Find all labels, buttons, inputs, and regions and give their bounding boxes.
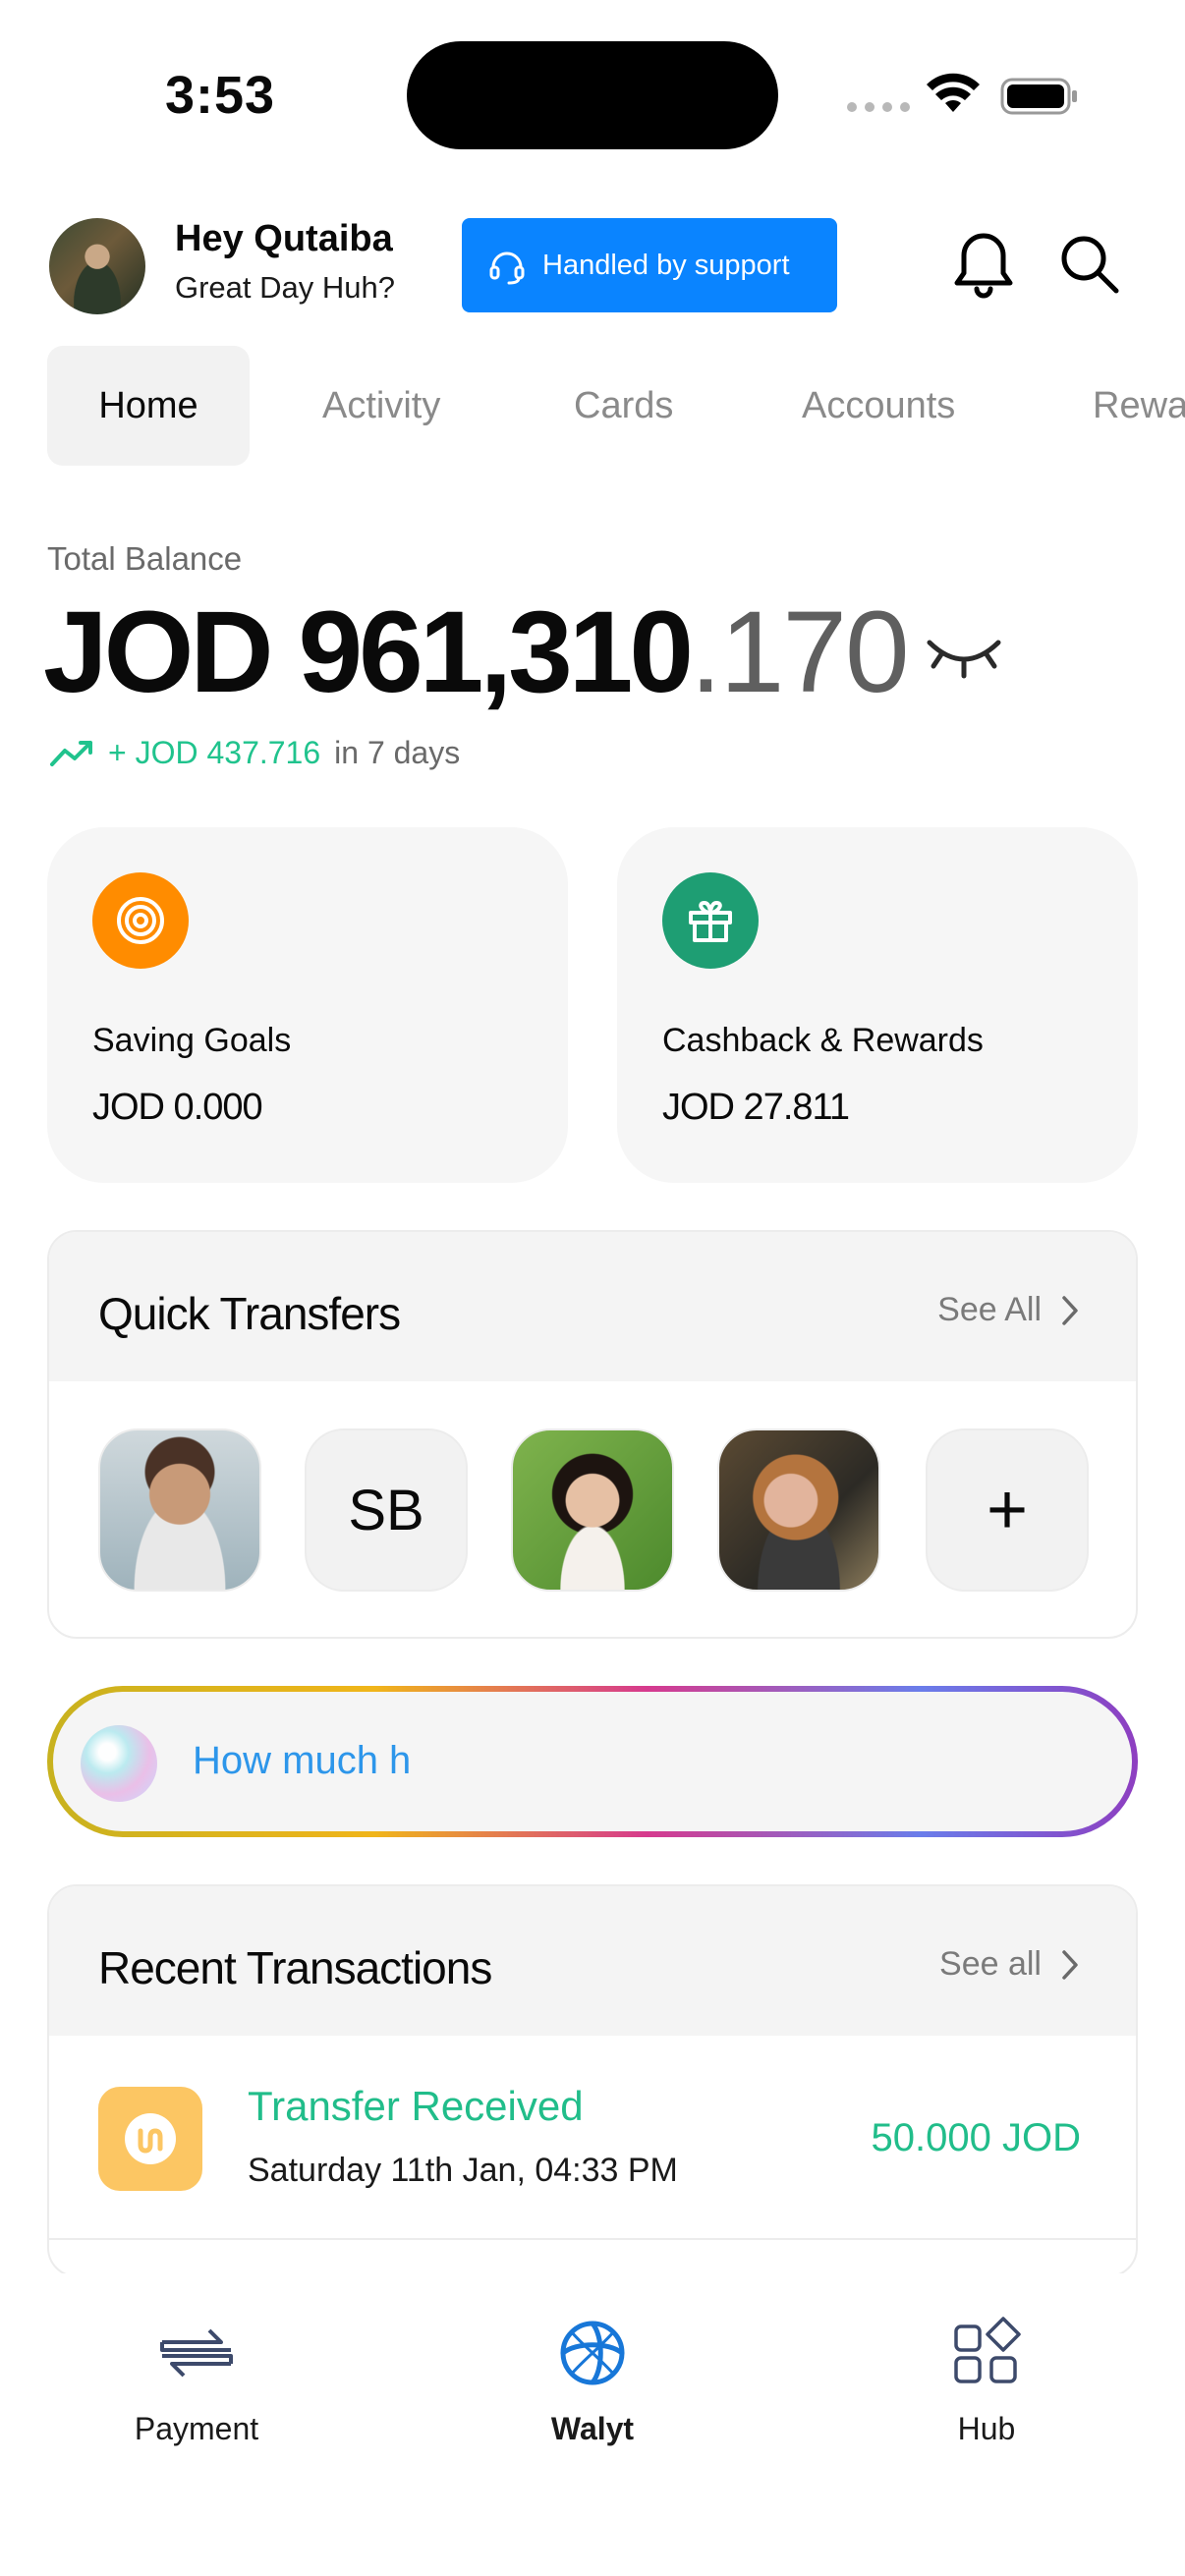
recent-transactions-see-all[interactable]: See all	[939, 1945, 1081, 1984]
saving-goals-card[interactable]: Saving Goals JOD 0.000	[47, 827, 568, 1183]
assistant-prompt-bar[interactable]: How much h	[47, 1686, 1138, 1837]
support-button[interactable]: Handled by support	[462, 218, 837, 312]
target-icon	[92, 872, 189, 969]
recent-transactions-header: Recent Transactions See all	[49, 1886, 1136, 2036]
quick-transfers-title: Quick Transfers	[98, 1288, 401, 1339]
cashback-rewards-value: JOD 27.811	[662, 1087, 850, 1128]
plus-icon: +	[986, 1471, 1029, 1549]
home-header: Hey Qutaiba Great Day Huh? Handled by su…	[0, 206, 1185, 324]
balance-integer: 961,310	[298, 588, 694, 717]
headset-icon	[489, 252, 525, 285]
wifi-icon	[927, 73, 980, 112]
transfer-received-icon	[98, 2087, 202, 2191]
transaction-date: Saturday 11th Jan, 04:33 PM	[248, 2152, 678, 2189]
status-time: 3:53	[165, 66, 276, 125]
recent-transactions-title: Recent Transactions	[98, 1942, 492, 1993]
tab-rewards[interactable]: Rewa	[1093, 346, 1185, 466]
assistant-orb-icon	[81, 1725, 157, 1802]
greeting: Hey Qutaiba Great Day Huh?	[175, 218, 395, 306]
contact-initials: SB	[348, 1478, 424, 1542]
greeting-subtitle: Great Day Huh?	[175, 270, 395, 305]
quick-transfers-section: Quick Transfers See All SB +	[47, 1230, 1138, 1639]
total-balance-label: Total Balance	[47, 540, 243, 577]
nav-walyt-label: Walyt	[550, 2411, 635, 2446]
transaction-row[interactable]: Transfer Received Saturday 11th Jan, 04:…	[49, 2036, 1136, 2240]
assistant-prompt-inner: How much h	[53, 1692, 1132, 1831]
recent-transactions-section: Recent Transactions See all Transfer Rec…	[47, 1884, 1138, 2277]
chevron-right-icon	[1062, 1949, 1078, 1980]
support-button-label: Handled by support	[542, 249, 790, 281]
contact-initials-avatar[interactable]: SB	[305, 1428, 468, 1592]
contact-avatar[interactable]	[717, 1428, 880, 1592]
bell-icon[interactable]	[951, 230, 1016, 301]
walyt-logo-icon	[560, 2321, 625, 2385]
nav-walyt[interactable]: Walyt	[475, 2313, 710, 2447]
total-balance-value: JOD 961,310.170	[43, 586, 910, 719]
nav-payment-label: Payment	[134, 2411, 259, 2446]
bottom-navigation: Payment Walyt Hub	[0, 2273, 1185, 2576]
tab-home[interactable]: Home	[47, 346, 250, 466]
balance-decimal: .170	[689, 588, 910, 717]
balance-change: + JOD 437.716 in 7 days	[49, 735, 460, 771]
chevron-right-icon	[1062, 1295, 1078, 1325]
contact-avatar[interactable]	[98, 1428, 261, 1592]
status-bar: 3:53	[0, 0, 1185, 187]
nav-hub[interactable]: Hub	[869, 2313, 1104, 2447]
trending-up-icon	[50, 740, 92, 766]
cashback-rewards-card[interactable]: Cashback & Rewards JOD 27.811	[617, 827, 1138, 1183]
transaction-amount: 50.000 JOD	[871, 2116, 1081, 2159]
nav-hub-label: Hub	[957, 2411, 1016, 2446]
saving-goals-title: Saving Goals	[92, 1022, 292, 1059]
transaction-title: Transfer Received	[248, 2083, 584, 2129]
add-contact-button[interactable]: +	[926, 1428, 1089, 1592]
quick-transfer-contacts: SB +	[98, 1428, 1091, 1592]
quick-transfers-header: Quick Transfers See All	[49, 1232, 1136, 1381]
battery-icon	[1000, 78, 1077, 115]
assistant-prompt-text: How much h	[193, 1739, 412, 1782]
quick-transfers-see-all[interactable]: See All	[937, 1291, 1081, 1329]
avatar[interactable]	[49, 218, 145, 314]
cashback-rewards-title: Cashback & Rewards	[662, 1022, 984, 1059]
tab-activity[interactable]: Activity	[322, 346, 440, 466]
balance-currency: JOD	[43, 588, 274, 717]
see-all-label: See All	[937, 1291, 1042, 1328]
balance-change-amount: + JOD 437.716	[108, 735, 321, 770]
gift-icon	[662, 872, 759, 969]
dynamic-island	[407, 41, 778, 149]
greeting-name: Hey Qutaiba	[175, 218, 393, 259]
tab-accounts[interactable]: Accounts	[802, 346, 955, 466]
tab-cards[interactable]: Cards	[574, 346, 673, 466]
saving-goals-value: JOD 0.000	[92, 1087, 263, 1128]
see-all-label: See all	[939, 1945, 1042, 1983]
search-icon[interactable]	[1057, 232, 1122, 297]
transfer-arrows-icon	[160, 2328, 233, 2378]
nav-payment[interactable]: Payment	[79, 2313, 314, 2447]
contact-avatar[interactable]	[511, 1428, 674, 1592]
balance-change-period: in 7 days	[334, 735, 461, 770]
hide-balance-eye-icon[interactable]	[922, 633, 1006, 680]
grid-apps-icon	[954, 2317, 1021, 2383]
tab-bar: Home Activity Cards Accounts Rewa	[47, 346, 1185, 466]
cellular-signal-icon	[847, 102, 910, 112]
